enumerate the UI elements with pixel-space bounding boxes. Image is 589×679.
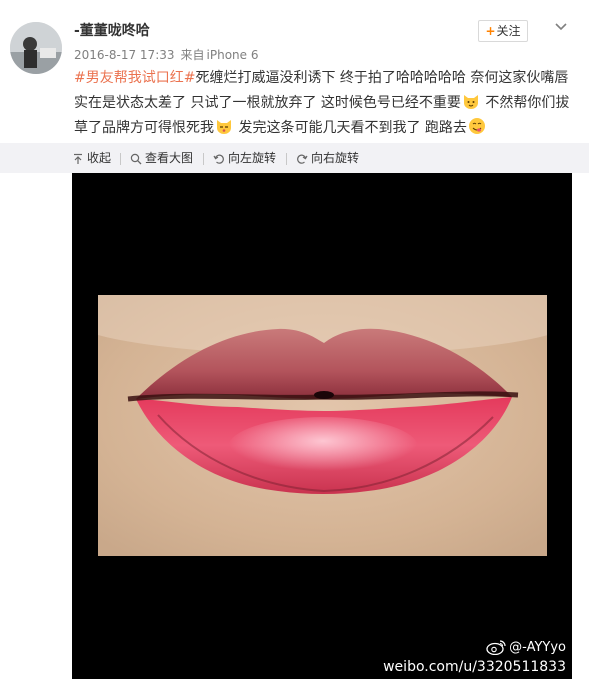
topic-link[interactable]: #男友帮我试口红#	[74, 70, 195, 86]
plus-icon: +	[485, 24, 496, 38]
toolbar-divider	[286, 153, 287, 165]
rotate-left-icon	[213, 154, 224, 164]
rotate-right-icon	[297, 154, 308, 164]
view-large-label: 查看大图	[145, 151, 194, 165]
magnifier-icon	[130, 153, 142, 165]
watermark: @-AYYyo weibo.com/u/3320511833	[383, 639, 566, 676]
rotate-right-button[interactable]: 向右旋转	[296, 149, 359, 167]
follow-label: 关注	[496, 24, 521, 38]
collapse-button[interactable]: 收起	[72, 149, 111, 167]
rotate-right-label: 向右旋转	[311, 151, 360, 165]
source-device[interactable]: iPhone 6	[207, 48, 259, 62]
weibo-logo-icon	[486, 640, 506, 656]
cat-emoji-icon	[463, 95, 478, 109]
toolbar-divider	[120, 153, 121, 165]
watermark-url: weibo.com/u/3320511833	[383, 659, 566, 675]
follow-button[interactable]: +关注	[478, 20, 528, 42]
collapse-label: 收起	[87, 151, 112, 165]
image-toolbar: 收起 查看大图 向左旋转 向右旋转	[0, 143, 589, 173]
lips-photo	[98, 295, 547, 556]
rotate-left-label: 向左旋转	[228, 151, 277, 165]
yum-emoji-icon	[468, 118, 485, 134]
avatar[interactable]	[10, 22, 62, 74]
watermark-handle-row: @-AYYyo	[383, 639, 566, 657]
rotate-left-button[interactable]: 向左旋转	[213, 149, 276, 167]
watermark-handle: @-AYYyo	[509, 640, 566, 655]
post-meta: 2016-8-17 17:33 来自 iPhone 6	[74, 47, 264, 63]
post-image[interactable]: @-AYYyo weibo.com/u/3320511833	[72, 173, 572, 679]
toolbar-divider	[203, 153, 204, 165]
cat-emoji-icon	[217, 120, 231, 134]
collapse-icon	[74, 153, 82, 164]
post-text-part-3: 发完这条可能几天看不到我了 跑路去	[234, 120, 467, 136]
source-prefix: 来自	[180, 48, 205, 62]
post-text: #男友帮我试口红#死缠烂打威逼没利诱下 终于拍了哈哈哈哈哈 奈何这家伙嘴唇实在是…	[74, 66, 574, 141]
chevron-down-icon[interactable]	[553, 18, 569, 34]
weibo-post: -董董咙咚哈 2016-8-17 17:33 来自 iPhone 6 +关注 #男友…	[0, 0, 589, 679]
view-large-button[interactable]: 查看大图	[130, 149, 193, 167]
username[interactable]: -董董咙咚哈	[74, 22, 150, 40]
timestamp[interactable]: 2016-8-17 17:33	[74, 48, 175, 62]
